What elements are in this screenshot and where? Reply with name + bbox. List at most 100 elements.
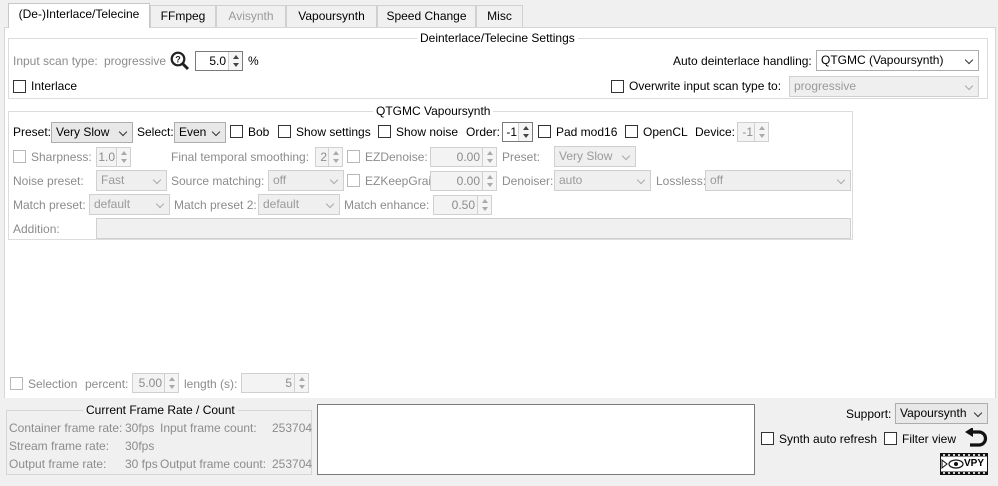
match-enhance-label: Match enhance: xyxy=(344,198,430,212)
overwrite-scan-type-label: Overwrite input scan type to: xyxy=(629,79,782,93)
show-settings-checkbox[interactable] xyxy=(278,125,291,138)
deinterlace-percent-spinbox[interactable]: 5.0 xyxy=(195,51,243,71)
percent-unit-label: % xyxy=(248,54,259,68)
noise-preset-combo[interactable]: Fast xyxy=(96,170,167,191)
show-noise-checkbox[interactable] xyxy=(378,125,391,138)
addition-input[interactable] xyxy=(96,218,851,239)
tab-ffmpeg[interactable]: FFmpeg xyxy=(150,5,216,27)
preset2-label: Preset: xyxy=(502,150,541,164)
spin-buttons[interactable] xyxy=(477,196,491,214)
ezdenoise-spinbox[interactable]: 0.00 xyxy=(430,147,497,167)
deinterlace-settings-title: Deinterlace/Telecine Settings xyxy=(417,31,578,45)
match-preset2-combo[interactable]: default xyxy=(258,194,340,215)
spin-buttons[interactable] xyxy=(116,148,130,166)
spin-buttons[interactable] xyxy=(294,374,308,392)
select-combo[interactable]: Even xyxy=(174,122,226,143)
ezdenoise-value: 0.00 xyxy=(456,150,480,164)
container-frame-rate-label: Container frame rate: xyxy=(9,421,123,435)
synth-auto-refresh-label: Synth auto refresh xyxy=(779,432,878,446)
overwrite-scan-type-checkbox[interactable] xyxy=(611,80,624,93)
support-value: Vapoursynth xyxy=(900,406,967,420)
ezkeepgrain-checkbox[interactable] xyxy=(347,174,360,187)
interlace-checkbox[interactable] xyxy=(13,80,26,93)
spin-buttons[interactable] xyxy=(518,123,532,141)
input-frame-count-value: 253704 xyxy=(272,421,313,435)
tab-speed-change[interactable]: Speed Change xyxy=(377,5,476,27)
auto-deinterlace-value: QTGMC (Vapoursynth) xyxy=(821,53,944,67)
show-noise-label: Show noise xyxy=(396,125,459,139)
noise-preset-value: Fast xyxy=(101,173,125,187)
sharpness-checkbox[interactable] xyxy=(13,150,26,163)
vpy-preview-icon[interactable]: VPY xyxy=(940,453,988,475)
spin-buttons[interactable] xyxy=(482,148,496,166)
sharpness-spinbox[interactable]: 1.0 xyxy=(96,147,131,167)
noise-preset-label: Noise preset: xyxy=(13,174,84,188)
select-label: Select: xyxy=(137,125,174,139)
device-value: -1 xyxy=(742,125,753,139)
source-matching-value: off xyxy=(273,173,287,187)
spin-buttons[interactable] xyxy=(228,52,242,70)
show-settings-label: Show settings xyxy=(296,125,371,139)
final-temporal-smoothing-label: Final temporal smoothing: xyxy=(171,150,310,164)
source-matching-combo[interactable]: off xyxy=(268,170,344,191)
qtgmc-title: QTGMC Vapoursynth xyxy=(373,104,494,118)
output-frame-count-label: Output frame count: xyxy=(160,457,267,471)
opencl-checkbox[interactable] xyxy=(625,125,638,138)
magnifier-help-icon[interactable]: ? xyxy=(170,51,190,71)
spin-buttons[interactable] xyxy=(164,374,178,392)
device-label: Device: xyxy=(695,125,736,139)
denoiser-combo[interactable]: auto xyxy=(554,170,651,191)
final-temporal-smoothing-spinbox[interactable]: 2 xyxy=(315,147,343,167)
chevron-down-icon xyxy=(156,195,166,214)
chevron-down-icon xyxy=(119,123,129,142)
selection-checkbox[interactable] xyxy=(10,377,23,390)
order-spinbox[interactable]: -1 xyxy=(502,122,533,142)
tab-vapoursynth[interactable]: Vapoursynth xyxy=(286,5,377,27)
filter-view-checkbox[interactable] xyxy=(884,432,897,445)
match-preset-value: default xyxy=(94,197,131,211)
pad-mod16-checkbox[interactable] xyxy=(538,125,551,138)
match-enhance-spinbox[interactable]: 0.50 xyxy=(433,195,492,215)
lossless-label: Lossless: xyxy=(656,174,707,188)
sharpness-value: 1.0 xyxy=(98,150,115,164)
stream-frame-rate-value: 30fps xyxy=(125,439,155,453)
chevron-down-icon xyxy=(326,195,336,214)
device-spinbox[interactable]: -1 xyxy=(737,122,769,142)
preset-combo[interactable]: Very Slow xyxy=(51,122,133,143)
overwrite-scan-type-value: progressive xyxy=(794,79,857,93)
match-preset-combo[interactable]: default xyxy=(89,194,170,215)
synth-auto-refresh-checkbox[interactable] xyxy=(761,432,774,445)
info-text-area[interactable] xyxy=(317,404,755,475)
chevron-down-icon xyxy=(974,404,984,423)
tab-misc[interactable]: Misc xyxy=(476,5,523,27)
lossless-combo[interactable]: off xyxy=(705,170,851,191)
match-enhance-value: 0.50 xyxy=(451,198,475,212)
spin-buttons[interactable] xyxy=(328,148,342,166)
auto-deinterlace-label: Auto deinterlace handling: xyxy=(673,54,812,68)
selection-length-spinbox[interactable]: 5 xyxy=(241,373,309,393)
ezdenoise-checkbox[interactable] xyxy=(347,150,360,163)
chevron-down-icon xyxy=(212,123,222,142)
support-combo[interactable]: Vapoursynth xyxy=(895,403,988,424)
auto-deinterlace-combo[interactable]: QTGMC (Vapoursynth) xyxy=(816,50,979,71)
chevron-down-icon xyxy=(622,147,632,166)
overwrite-scan-type-combo[interactable]: progressive xyxy=(789,76,979,97)
output-frame-rate-value: 30 fps xyxy=(125,457,158,471)
ezkeepgrain-spinbox[interactable]: 0.00 xyxy=(430,171,497,191)
spin-buttons[interactable] xyxy=(482,172,496,190)
support-label: Support: xyxy=(846,407,892,421)
output-frame-count-value: 253704 xyxy=(272,457,313,471)
tab-avisynth[interactable]: Avisynth xyxy=(216,5,286,27)
match-preset2-label: Match preset 2: xyxy=(174,198,257,212)
bob-checkbox[interactable] xyxy=(230,125,243,138)
preset-label: Preset: xyxy=(13,125,52,139)
container-frame-rate-value: 30fps xyxy=(125,421,155,435)
preset-value: Very Slow xyxy=(56,125,110,139)
tab-deinterlace-telecine[interactable]: (De-)Interlace/Telecine xyxy=(8,3,150,28)
preset2-combo[interactable]: Very Slow xyxy=(554,146,636,167)
deinterlace-percent-value: 5.0 xyxy=(209,54,226,68)
selection-percent-spinbox[interactable]: 5.00 xyxy=(132,373,179,393)
undo-arrow-icon[interactable] xyxy=(963,427,989,450)
spin-buttons[interactable] xyxy=(754,123,768,141)
bob-label: Bob xyxy=(248,125,270,139)
